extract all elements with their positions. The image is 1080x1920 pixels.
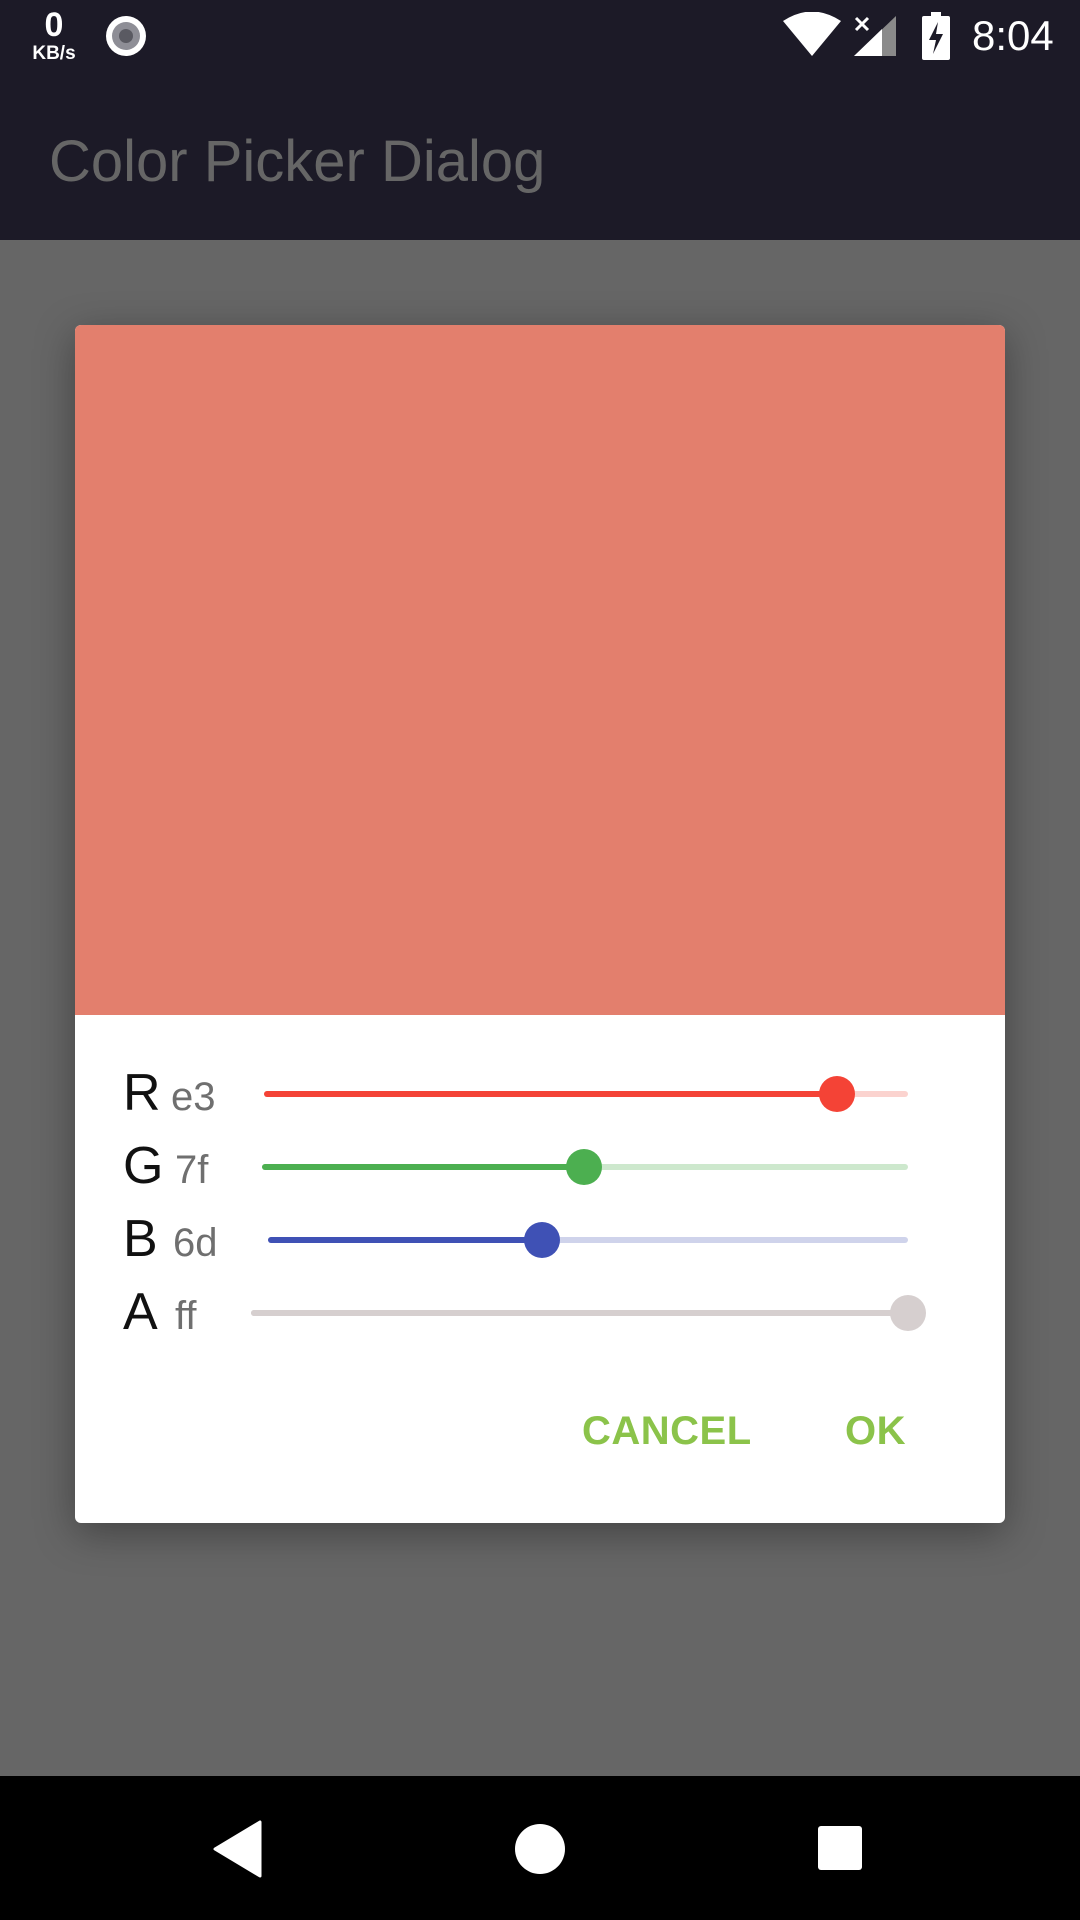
app-title: Color Picker Dialog <box>49 129 546 194</box>
dialog-actions: CANCEL OK <box>75 1403 1005 1483</box>
alpha-slider-fill <box>251 1310 908 1316</box>
green-channel-hex: 7f <box>175 1148 209 1192</box>
red-slider-thumb[interactable] <box>819 1076 856 1112</box>
ok-button[interactable]: OK <box>845 1409 906 1454</box>
color-picker-dialog: R e3 G 7f B 6d A ff CANCEL OK <box>75 325 1005 1523</box>
wifi-icon <box>783 12 841 56</box>
network-speed-unit: KB/s <box>32 43 76 64</box>
red-slider-fill <box>264 1091 838 1097</box>
app-bar: Color Picker Dialog <box>0 72 1080 240</box>
color-preview <box>75 325 1005 1015</box>
red-channel-row: R e3 <box>75 1057 1005 1129</box>
green-channel-row: G 7f <box>75 1130 1005 1202</box>
blue-channel-hex: 6d <box>173 1221 218 1265</box>
blue-slider-thumb[interactable] <box>523 1222 560 1258</box>
signal-icon <box>854 16 896 56</box>
blue-channel-label: B <box>123 1210 158 1268</box>
status-bar: 0 KB/s 8:04 <box>0 0 1080 72</box>
green-channel-label: G <box>123 1137 164 1195</box>
green-slider-thumb[interactable] <box>565 1149 602 1185</box>
red-channel-label: R <box>123 1064 161 1122</box>
cancel-button[interactable]: CANCEL <box>582 1409 752 1454</box>
alpha-channel-row: A ff <box>75 1276 1005 1348</box>
red-channel-hex: e3 <box>171 1075 216 1119</box>
battery-charging-icon <box>922 12 950 60</box>
blue-channel-row: B 6d <box>75 1203 1005 1275</box>
back-icon[interactable] <box>212 1820 264 1878</box>
alpha-channel-hex: ff <box>175 1294 197 1338</box>
clock: 8:04 <box>972 12 1054 59</box>
home-icon[interactable] <box>515 1824 565 1874</box>
navigation-bar <box>0 1776 1080 1920</box>
blue-slider-fill <box>268 1237 542 1243</box>
green-slider-fill <box>262 1164 584 1170</box>
alpha-slider-thumb[interactable] <box>890 1295 926 1331</box>
alpha-channel-label: A <box>123 1283 158 1341</box>
recent-apps-icon[interactable] <box>818 1826 862 1870</box>
record-icon <box>106 16 146 56</box>
network-speed: 0 KB/s <box>26 8 82 63</box>
network-speed-value: 0 <box>44 6 64 44</box>
